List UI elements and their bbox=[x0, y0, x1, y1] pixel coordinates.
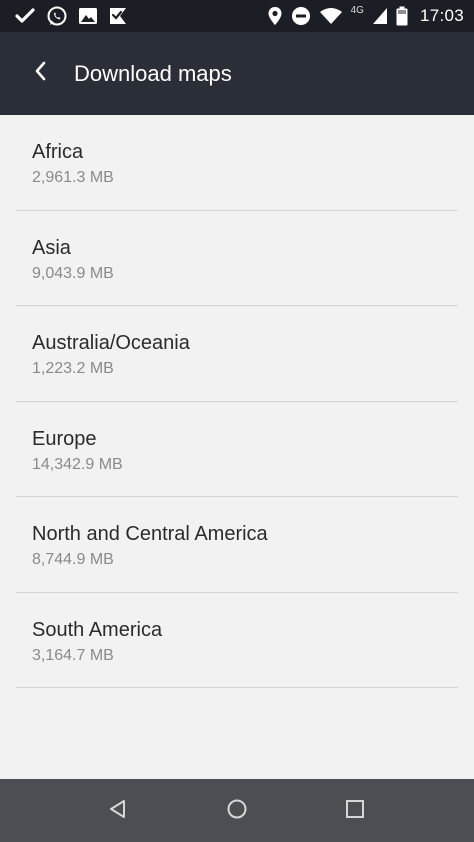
region-item-north-central-america[interactable]: North and Central America 8,744.9 MB bbox=[0, 497, 474, 593]
image-icon bbox=[78, 6, 98, 26]
do-not-disturb-icon bbox=[291, 6, 311, 26]
divider bbox=[16, 687, 458, 688]
nav-home-button[interactable] bbox=[217, 791, 257, 831]
signal-icon bbox=[372, 7, 388, 25]
region-size: 14,342.9 MB bbox=[32, 455, 123, 473]
flag-check-icon bbox=[108, 6, 128, 26]
nav-back-button[interactable] bbox=[98, 791, 138, 831]
battery-icon bbox=[396, 6, 408, 26]
back-button[interactable] bbox=[22, 54, 60, 92]
chevron-left-icon bbox=[32, 60, 50, 87]
notification-icons bbox=[14, 5, 128, 27]
region-name: Asia bbox=[32, 236, 71, 259]
region-item-asia[interactable]: Asia 9,043.9 MB bbox=[0, 211, 474, 306]
region-name: Europe bbox=[32, 427, 97, 450]
wifi-icon bbox=[319, 7, 343, 25]
network-type-label: 4G bbox=[350, 4, 364, 16]
nav-recents-button[interactable] bbox=[335, 791, 375, 831]
status-time: 17:03 bbox=[419, 6, 464, 25]
region-size: 2,961.3 MB bbox=[32, 169, 114, 186]
back-triangle-icon bbox=[107, 798, 129, 825]
whatsapp-icon bbox=[46, 5, 68, 27]
region-name: Australia/Oceania bbox=[32, 332, 190, 354]
region-name: North and Central America bbox=[32, 523, 268, 545]
region-size: 1,223.2 MB bbox=[32, 360, 114, 377]
region-size: 9,043.9 MB bbox=[32, 264, 114, 282]
region-item-europe[interactable]: Europe 14,342.9 MB bbox=[0, 402, 474, 497]
status-bar: 4G 17:03 bbox=[0, 0, 474, 32]
system-icons: 4G 17:03 bbox=[267, 0, 464, 32]
recents-square-icon bbox=[344, 798, 366, 825]
location-icon bbox=[267, 6, 283, 26]
region-item-australia-oceania[interactable]: Australia/Oceania 1,223.2 MB bbox=[0, 306, 474, 402]
region-item-south-america[interactable]: South America 3,164.7 MB bbox=[0, 593, 474, 688]
app-bar: Download maps bbox=[0, 32, 474, 115]
check-icon bbox=[14, 5, 36, 27]
page-title: Download maps bbox=[74, 61, 232, 86]
region-item-africa[interactable]: Africa 2,961.3 MB bbox=[0, 115, 474, 211]
system-nav-bar bbox=[0, 779, 474, 842]
home-circle-icon bbox=[226, 798, 248, 825]
region-name: Africa bbox=[32, 141, 84, 163]
region-size: 3,164.7 MB bbox=[32, 646, 114, 664]
region-list: Africa 2,961.3 MB Asia 9,043.9 MB Austra… bbox=[0, 115, 474, 688]
region-size: 8,744.9 MB bbox=[32, 551, 114, 568]
region-name: South America bbox=[32, 618, 163, 641]
